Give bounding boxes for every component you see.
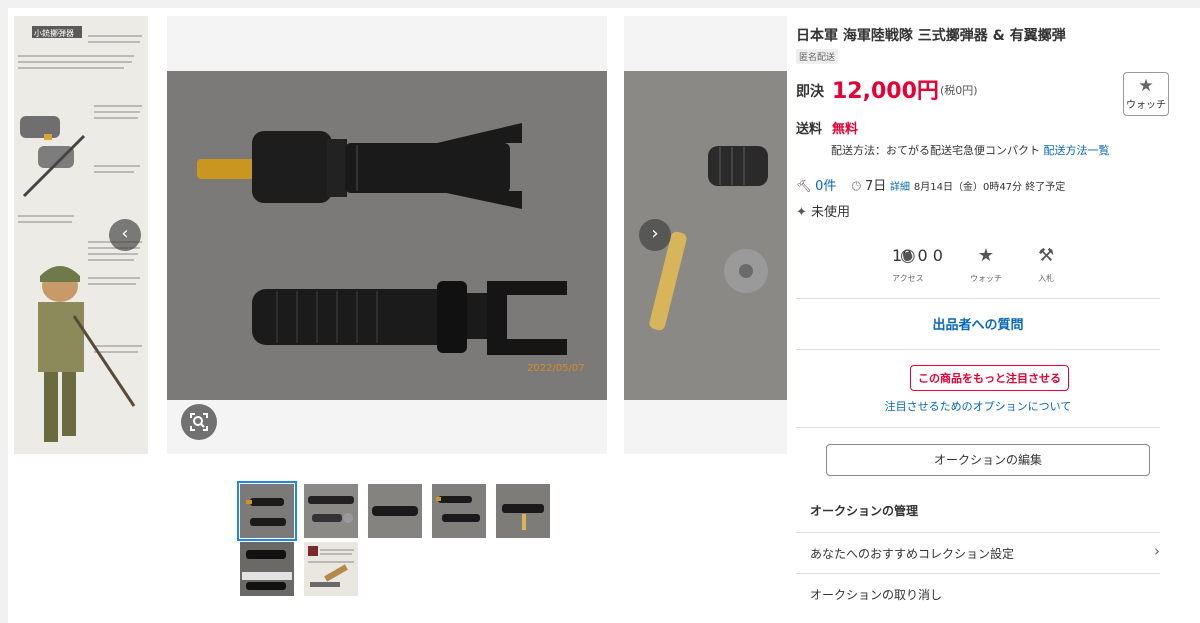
access-stat: ◉ アクセス: [892, 246, 924, 285]
lens-icon: [190, 413, 208, 431]
watch-button[interactable]: ★ ウォッチ: [1123, 72, 1169, 116]
shipping-method: 配送方法：おてがる配送宅急便コンパクト 配送方法一覧: [831, 142, 1110, 158]
buy-now-label: 即決: [796, 84, 824, 100]
edit-auction-button[interactable]: オークションの編集: [826, 444, 1150, 476]
chevron-right-icon: ›: [1154, 542, 1160, 560]
clock-icon: 🕒︎: [851, 179, 862, 193]
auction-meta: 🔨︎ 0件 🕒︎ 7日 詳細 8月14日（金）0時47分 終了予定: [796, 175, 1065, 194]
thumbnail-5[interactable]: [496, 484, 550, 538]
next-image-preview[interactable]: ›: [624, 16, 787, 454]
auction-management-title: オークションの管理: [810, 504, 919, 518]
item-condition: ✦ 未使用: [796, 201, 850, 220]
manual-heading: 小銃擲弾器: [34, 28, 74, 38]
main-product-photo: 2022/05/07: [167, 71, 607, 400]
detail-link[interactable]: 詳細: [890, 182, 910, 193]
thumbnail-6[interactable]: [240, 542, 294, 596]
gavel-icon: ⚒: [1038, 245, 1055, 266]
image-search-button[interactable]: [181, 404, 217, 440]
bid-stat: ⚒ 入札: [1038, 246, 1054, 285]
main-image-viewer[interactable]: 2022/05/07: [167, 16, 607, 454]
thumbnail-2[interactable]: [304, 484, 358, 538]
recommended-collection-settings[interactable]: あなたへのおすすめコレクション設定 ›: [796, 533, 1160, 573]
access-label: アクセス: [892, 274, 924, 283]
next-image-button[interactable]: ›: [639, 219, 671, 251]
divider: [796, 349, 1160, 350]
shipping-methods-link[interactable]: 配送方法一覧: [1044, 144, 1110, 157]
thumbnail-3[interactable]: [368, 484, 422, 538]
bid-count-link[interactable]: 0件: [815, 179, 836, 194]
star-icon: ★: [977, 245, 995, 266]
days-remaining: 7日: [864, 179, 887, 194]
question-to-seller-link[interactable]: 出品者への質問: [788, 314, 1168, 333]
anonymous-shipping-badge: 匿名配送: [796, 49, 839, 64]
previous-image-preview[interactable]: 小銃擲弾器 ‹: [14, 16, 148, 454]
shipping-method-text: 配送方法：おてがる配送宅急便コンパクト: [831, 144, 1040, 157]
shipping-label: 送料: [796, 122, 823, 137]
promotion-options-link[interactable]: 注目させるためのオプションについて: [788, 398, 1168, 414]
buy-now-price: 12,000円: [832, 79, 939, 104]
previous-image-button[interactable]: ‹: [109, 219, 141, 251]
photo-watermark: 2022/05/07: [527, 363, 585, 374]
bid-stat-label: 入札: [1038, 274, 1055, 283]
condition-text: 未使用: [811, 205, 851, 220]
promote-item-button[interactable]: この商品をもっと注目させる: [910, 365, 1069, 391]
tax-note: (税0円): [940, 84, 978, 97]
listing-title: 日本軍 海軍陸戦隊 三式擲弾器 & 有翼擲弾: [796, 28, 1066, 44]
eye-icon: ◉: [899, 245, 916, 266]
thumbnail-1[interactable]: [237, 481, 297, 541]
hammer-icon: 🔨︎: [796, 179, 812, 193]
divider: [796, 298, 1160, 299]
star-icon: ★: [1138, 76, 1154, 96]
end-time: 8月14日（金）0時47分 終了予定: [913, 182, 1066, 193]
watch-stat-label: ウォッチ: [970, 274, 1002, 283]
listing-stats: ◉ アクセス 10 ★ ウォッチ 0 ⚒ 入札 0: [892, 246, 1092, 286]
shipping-value: 無料: [832, 122, 859, 137]
sparkle-icon: ✦: [796, 205, 807, 220]
bid-count: 0: [932, 246, 943, 265]
thumbnail-7[interactable]: [304, 542, 358, 596]
watch-stat: ★ ウォッチ: [970, 246, 1002, 285]
cancel-auction-item[interactable]: オークションの取り消し: [796, 574, 1160, 614]
thumbnail-4[interactable]: [432, 484, 486, 538]
cancel-auction-label: オークションの取り消し: [810, 588, 943, 602]
watch-button-label: ウォッチ: [1126, 100, 1166, 111]
divider: [796, 427, 1160, 428]
recommended-collection-label: あなたへのおすすめコレクション設定: [810, 547, 1015, 561]
